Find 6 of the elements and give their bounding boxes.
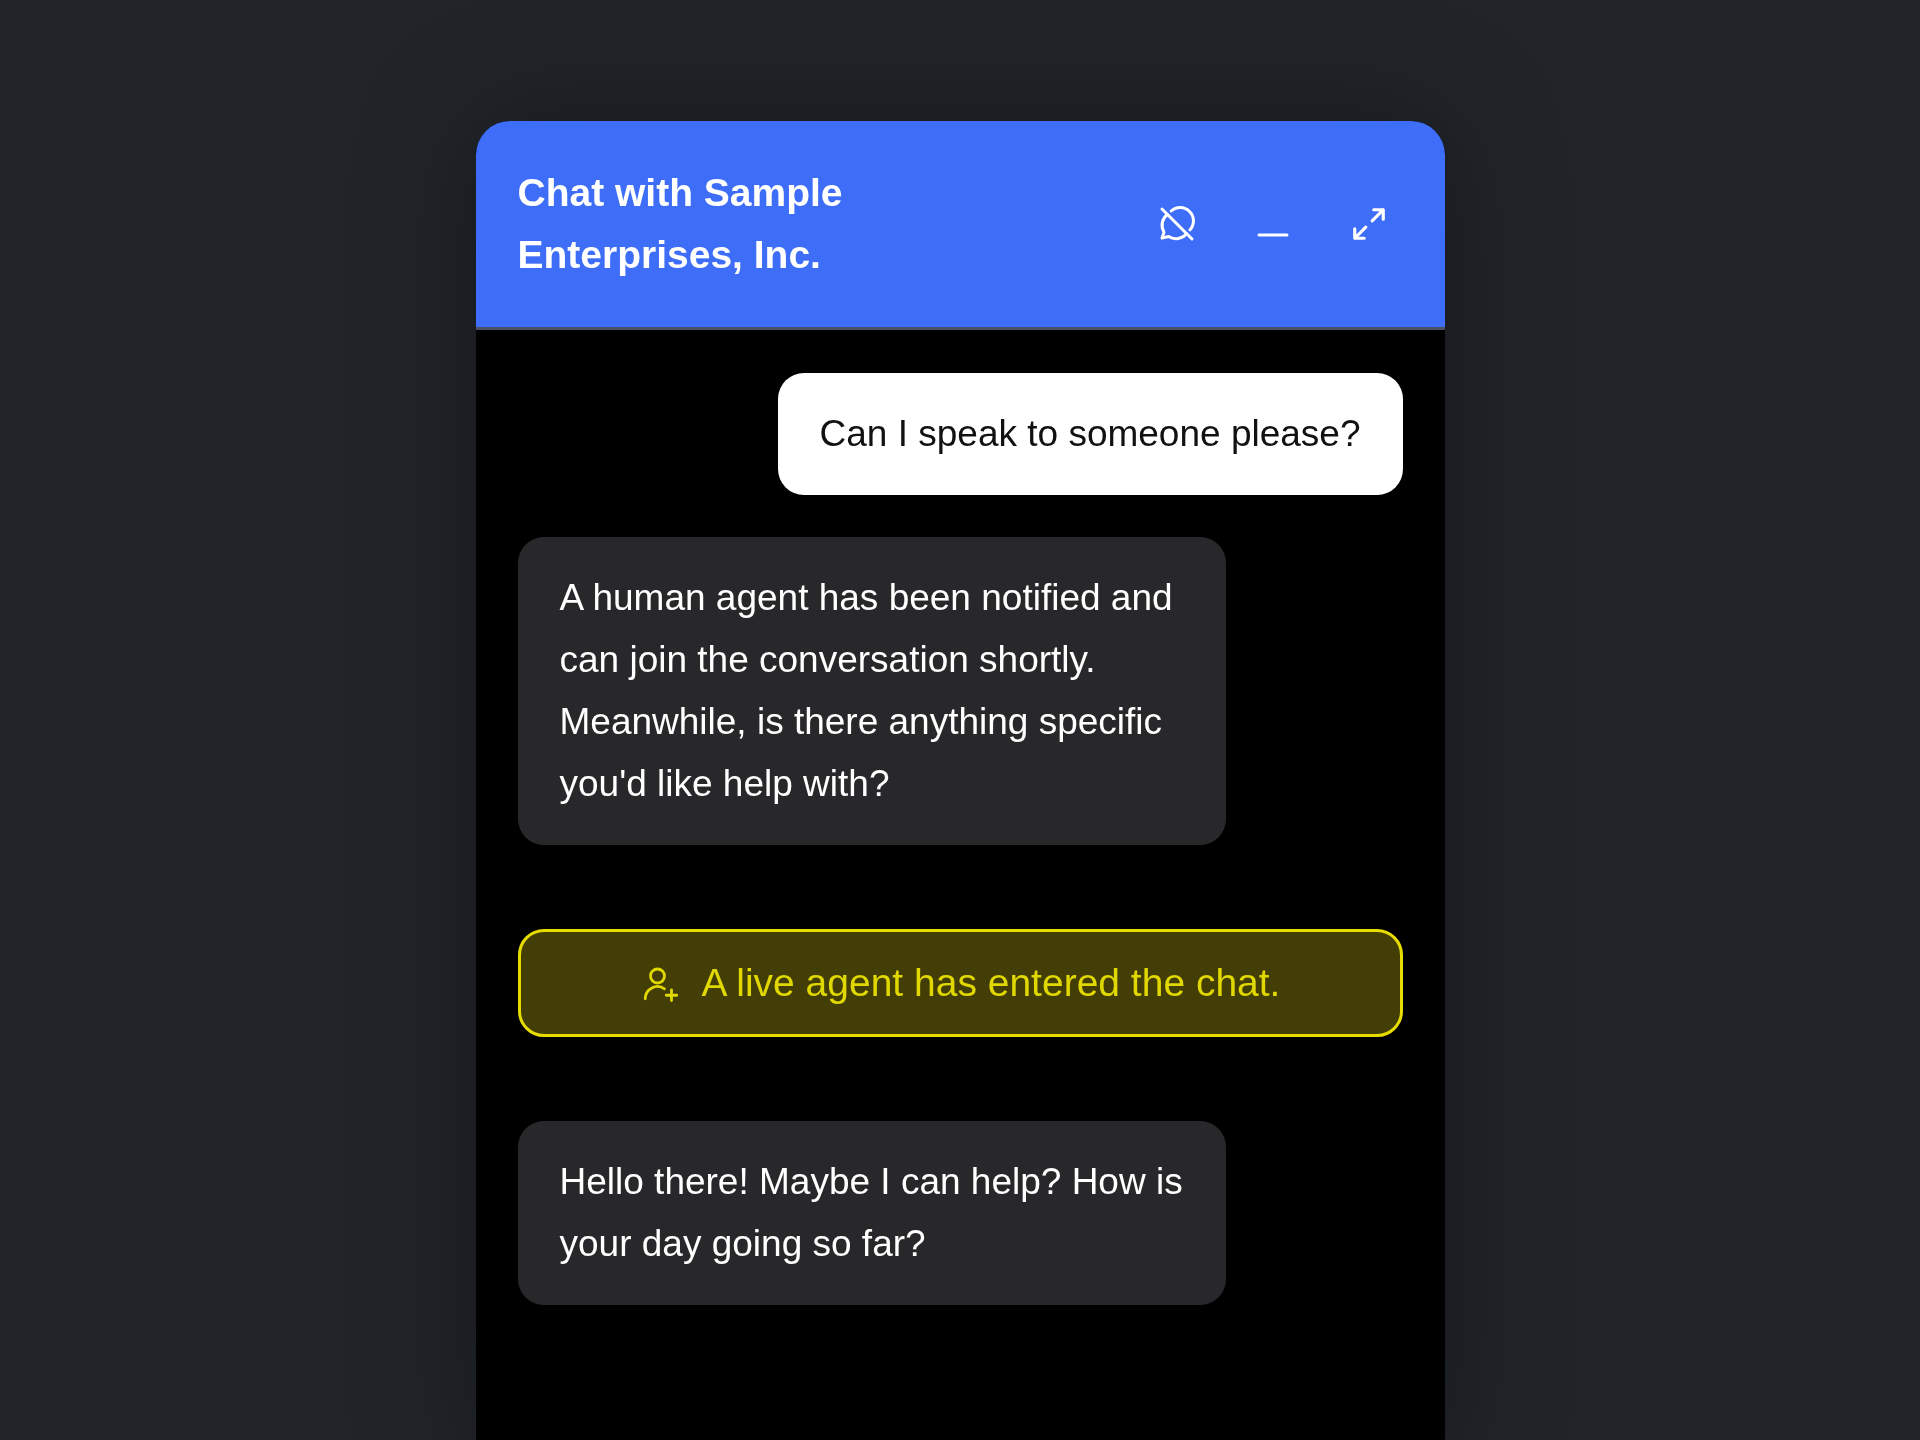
minimize-icon: [1256, 232, 1289, 238]
agent-message: Hello there! Maybe I can help? How is your day going so far?: [517, 1121, 1226, 1305]
status-text: A live agent has entered the chat.: [701, 961, 1281, 1005]
agent-message: A human agent has been notified and can join the conversation shortly. Meanwhile, is there anything specific you'd like help with?: [517, 537, 1226, 845]
chat-title: Chat with Sample Enterprises, Inc.: [517, 170, 844, 278]
user-message: Can I speak to someone please?: [777, 373, 1403, 495]
